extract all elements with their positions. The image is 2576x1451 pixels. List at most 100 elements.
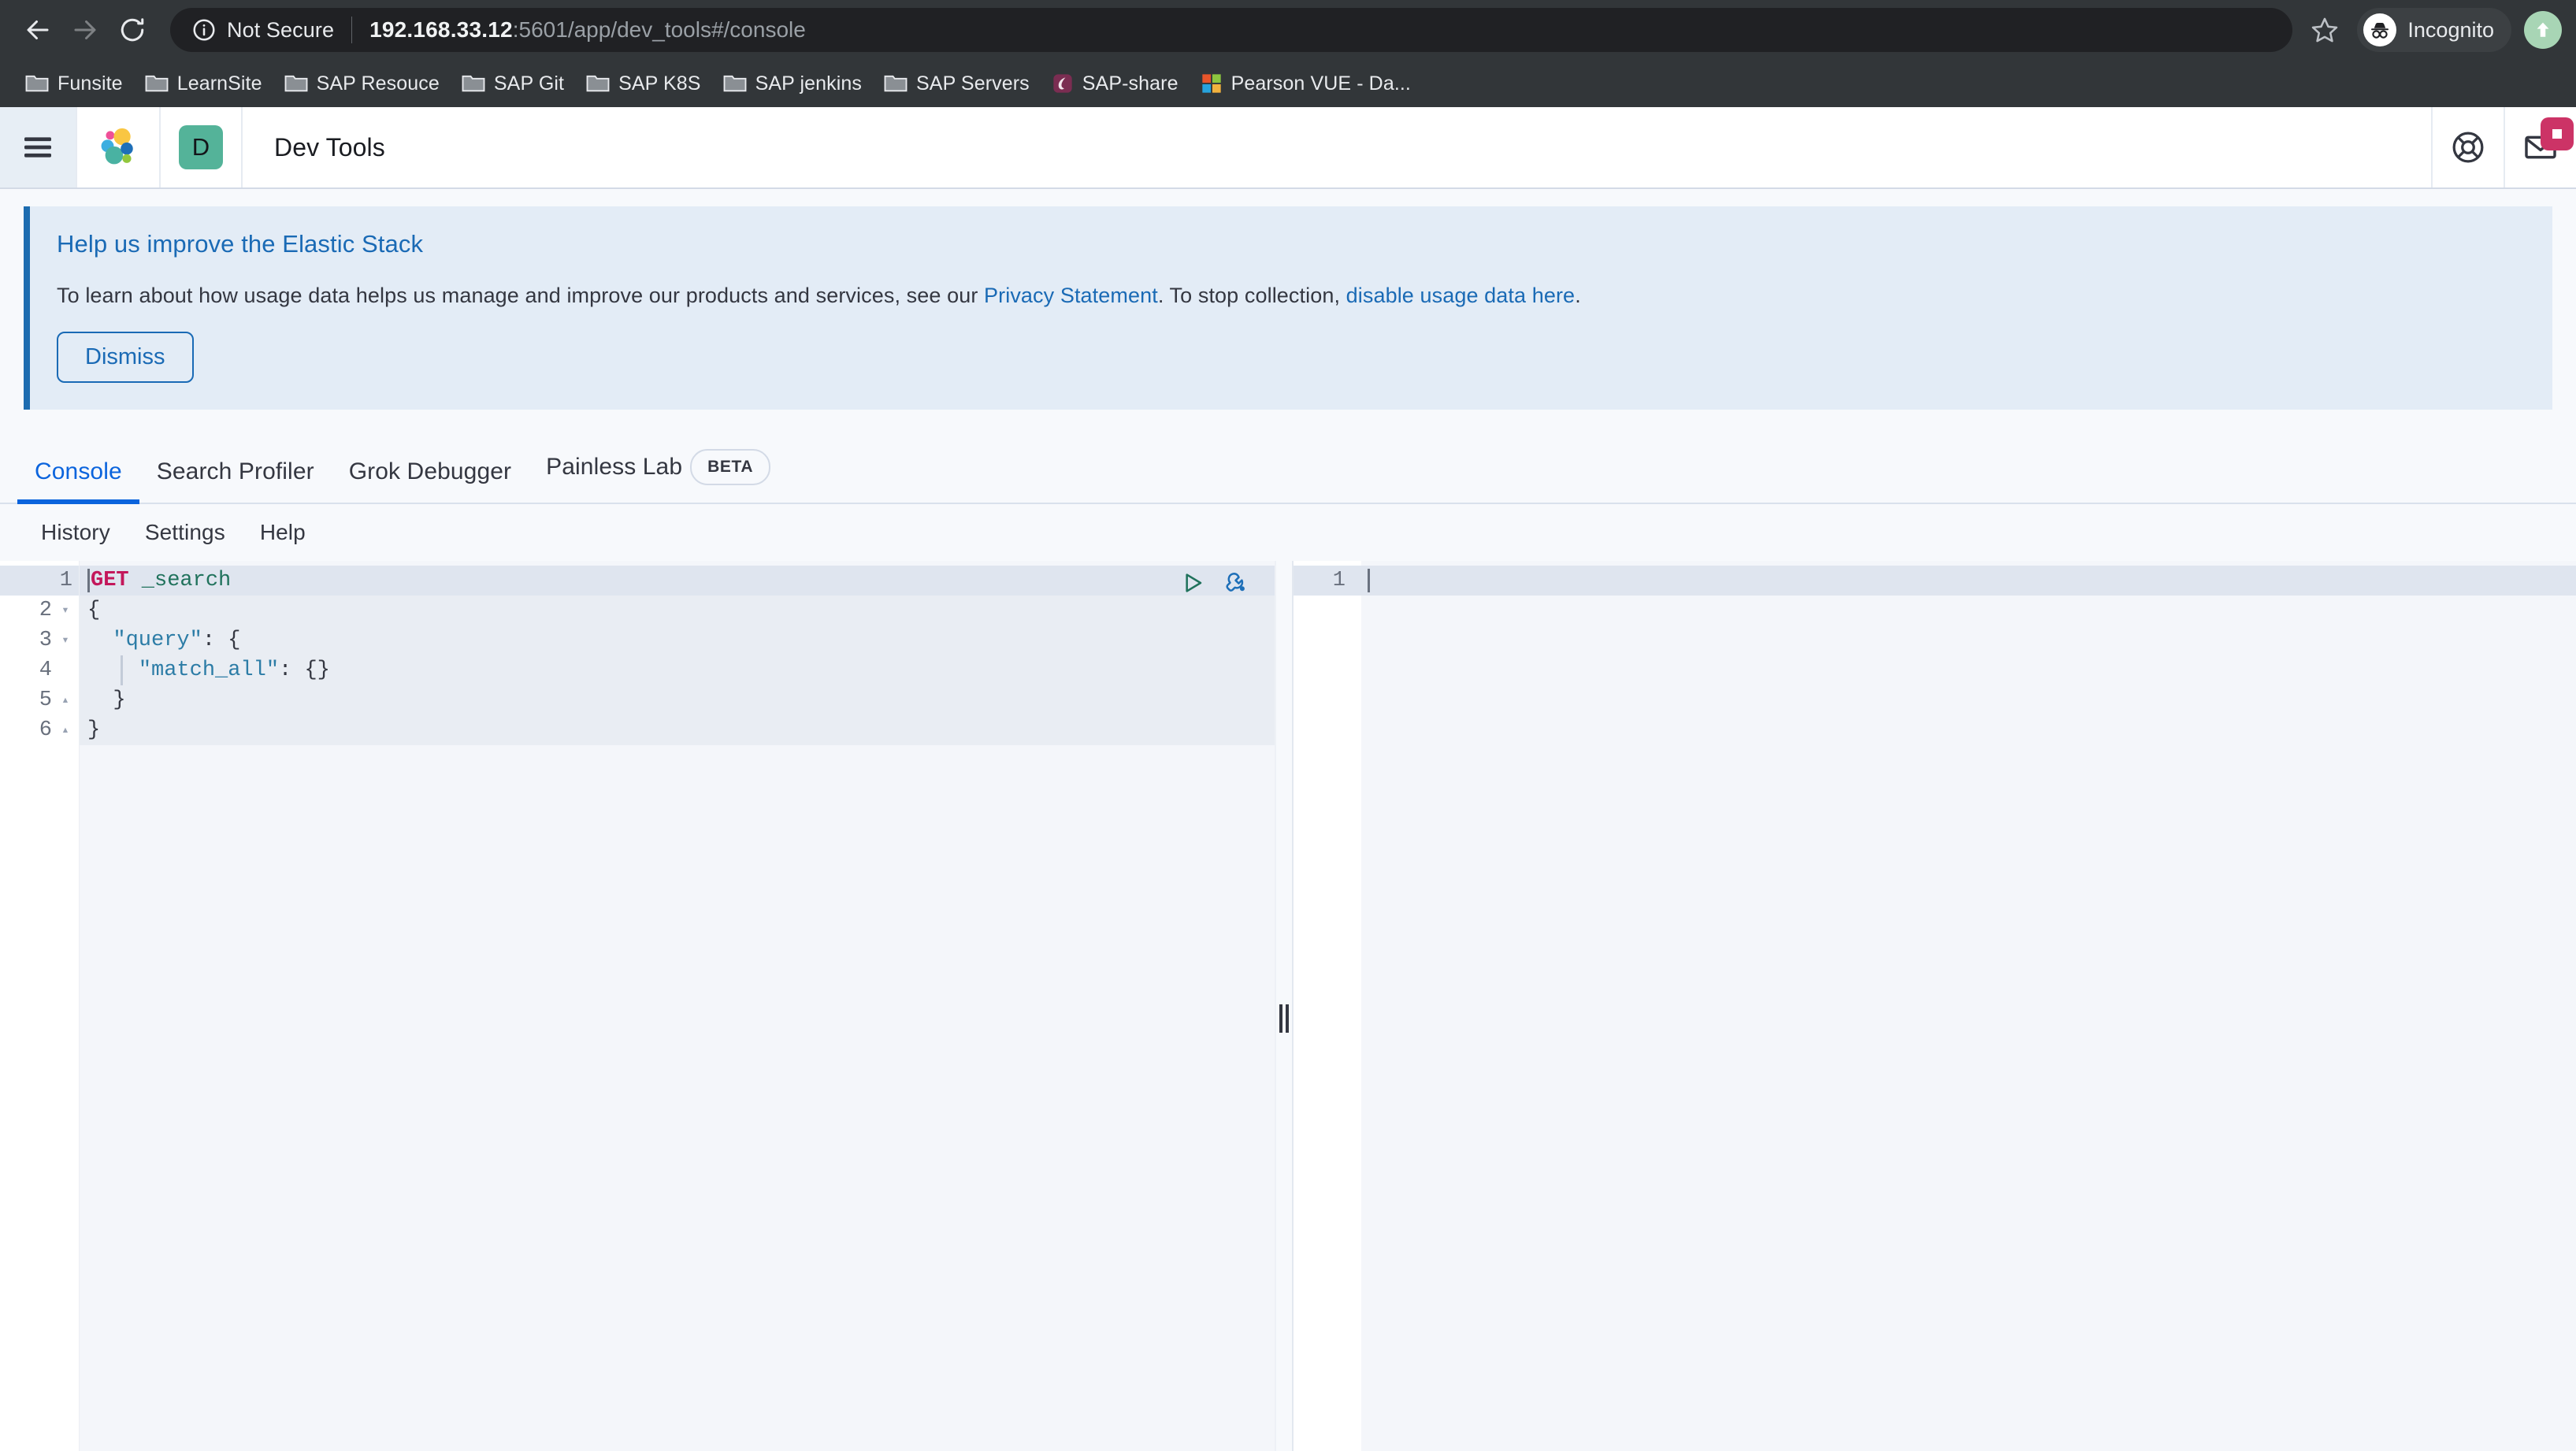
bookmark-label: Funsite [58, 72, 123, 95]
bookmark-label: LearnSite [176, 72, 262, 95]
page-title: Dev Tools [274, 132, 385, 161]
bookmark-item[interactable]: Pearson VUE - Da... [1190, 66, 1422, 102]
disable-usage-data-link[interactable]: disable usage data here [1346, 284, 1576, 307]
callout-text-part-1: To learn about how usage data helps us m… [57, 284, 985, 307]
folder-icon [25, 75, 49, 92]
line-number: 5 [39, 688, 52, 712]
bookmark-label: SAP K8S [618, 72, 701, 95]
text-caret [87, 569, 90, 592]
code-line: GET _search [80, 566, 1275, 596]
tab-grok-debugger[interactable]: Grok Debugger [332, 458, 529, 503]
privacy-statement-link[interactable]: Privacy Statement [984, 284, 1158, 307]
fold-up-icon[interactable]: ▴ [58, 723, 72, 737]
bookmark-item[interactable]: SAP Resouce [273, 66, 451, 102]
code-line: "match_all": {} [80, 655, 1275, 685]
code-line [1361, 566, 2576, 596]
tab-search-profiler[interactable]: Search Profiler [139, 458, 332, 503]
fold-down-icon[interactable]: ▾ [58, 633, 72, 648]
fold-down-icon[interactable]: ▾ [58, 603, 72, 618]
help-menu-button[interactable] [2431, 107, 2504, 187]
browser-toolbar: Not Secure 192.168.33.12:5601/app/dev_to… [0, 0, 2576, 60]
bookmark-item[interactable]: SAP Servers [873, 66, 1041, 102]
incognito-indicator[interactable]: Incognito [2357, 8, 2511, 52]
bookmark-label: SAP Servers [916, 72, 1030, 95]
callout-text-part-3: . [1575, 284, 1581, 307]
forward-button[interactable] [61, 6, 109, 54]
folder-icon [723, 75, 746, 92]
text-caret [1368, 569, 1370, 592]
reload-icon [121, 18, 144, 42]
dismiss-button[interactable]: Dismiss [57, 332, 194, 383]
not-secure-info-icon [191, 17, 217, 43]
microsoft-favicon [1201, 74, 1221, 93]
request-editor[interactable]: ▾1 2▾ 3▾ 4▾ 5▴ 6▴ [0, 561, 1276, 1451]
folder-icon [462, 75, 485, 92]
request-path-token: _search [128, 569, 232, 592]
folder-icon [284, 75, 308, 92]
tab-console[interactable]: Console [17, 458, 139, 504]
bookmark-item[interactable]: SAP Git [451, 66, 575, 102]
response-line-number-gutter: 1 [1294, 561, 1361, 1451]
page-title-container: Dev Tools [243, 107, 2431, 187]
news-unread-badge [2541, 117, 2574, 150]
primary-nav-toggle-button[interactable] [0, 107, 77, 187]
play-request-button[interactable] [1179, 569, 1207, 597]
line-number: 2 [39, 599, 52, 622]
news-feed-button[interactable] [2504, 107, 2576, 187]
hamburger-menu-icon [24, 137, 51, 158]
bookmark-label: SAP Git [493, 72, 565, 95]
response-editor[interactable]: 1 [1294, 561, 2576, 1451]
bookmark-item[interactable]: LearnSite [134, 66, 273, 102]
url-path: :5601/app/dev_tools#/console [512, 17, 806, 42]
gutter-line: 6 ▴ [0, 715, 79, 745]
kibana-main-content: Help us improve the Elastic Stack To lea… [0, 189, 2576, 1451]
bookmark-item[interactable]: SAP jenkins [712, 66, 873, 102]
gutter-line: 2 ▾ [0, 596, 79, 625]
profile-button[interactable] [2524, 11, 2562, 49]
url-text: 192.168.33.12:5601/app/dev_tools#/consol… [369, 17, 806, 43]
back-button[interactable] [14, 6, 61, 54]
splitter-grip-icon [1279, 1004, 1289, 1033]
incognito-label: Incognito [2407, 17, 2494, 42]
subnav-help[interactable]: Help [243, 520, 323, 545]
bookmark-item[interactable]: SAP K8S [575, 66, 711, 102]
response-code-area[interactable] [1361, 561, 2576, 1451]
incognito-avatar-icon [2363, 13, 2397, 46]
panel-splitter[interactable] [1276, 561, 1294, 1451]
open-documentation-button[interactable] [1223, 569, 1251, 597]
browser-chrome: Not Secure 192.168.33.12:5601/app/dev_to… [0, 0, 2576, 107]
not-secure-label: Not Secure [227, 17, 335, 42]
console-subnav: History Settings Help [0, 504, 2576, 561]
elastic-logo-icon [101, 128, 133, 165]
gutter-line: 1 [1294, 566, 1361, 596]
bookmark-label: SAP-share [1082, 72, 1179, 95]
beta-badge: BETA [690, 449, 771, 485]
bookmark-item[interactable]: Funsite [14, 66, 134, 102]
url-host: 192.168.33.12 [369, 17, 513, 42]
code-line: } [80, 715, 1275, 745]
line-number: 3 [39, 629, 52, 652]
app-badge-letter: D [179, 125, 223, 169]
console-panels: ▾1 2▾ 3▾ 4▾ 5▴ 6▴ [0, 561, 2576, 1451]
fold-up-icon[interactable]: ▴ [58, 693, 72, 707]
subnav-history[interactable]: History [24, 520, 128, 545]
bookmark-item[interactable]: SAP-share [1041, 66, 1190, 102]
json-key-query: "query" [113, 629, 202, 652]
tab-painless-lab[interactable]: Painless Lab BETA [529, 449, 788, 503]
code-line: } [80, 685, 1275, 715]
wrench-icon [1226, 572, 1245, 592]
subnav-settings[interactable]: Settings [128, 520, 243, 545]
editor-code-area[interactable]: GET _search { "query": { "match_all": {}… [79, 561, 1275, 1451]
forward-arrow-icon [74, 20, 96, 39]
bookmark-label: SAP Resouce [316, 72, 440, 95]
bookmark-star-button[interactable] [2303, 9, 2346, 51]
line-number: 6 [39, 718, 52, 742]
reload-button[interactable] [109, 6, 156, 54]
address-bar[interactable]: Not Secure 192.168.33.12:5601/app/dev_to… [170, 8, 2293, 52]
gutter-line: 5 ▴ [0, 685, 79, 715]
gutter-line: 3 ▾ [0, 625, 79, 655]
star-icon [2312, 17, 2338, 43]
play-triangle-icon [1186, 573, 1202, 592]
elastic-logo-button[interactable] [77, 107, 161, 187]
editor-action-buttons [1179, 569, 1251, 597]
